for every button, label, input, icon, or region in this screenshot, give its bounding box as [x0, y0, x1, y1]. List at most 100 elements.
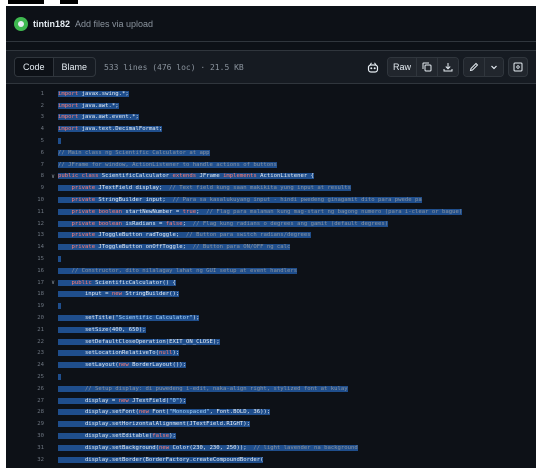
line-number[interactable]: 13 [6, 232, 48, 238]
line-number[interactable]: 25 [6, 374, 48, 380]
line-number[interactable]: 19 [6, 303, 48, 309]
line-code: private boolean startNewNumber = true; /… [58, 208, 463, 215]
copy-raw-button[interactable] [417, 58, 438, 76]
line-number[interactable]: 15 [6, 256, 48, 262]
line-code [58, 138, 62, 145]
line-code: display.setEditable(false); [58, 433, 176, 439]
code-line[interactable]: 11 private boolean startNewNumber = true… [6, 206, 536, 218]
line-code: private JTextField display; // Text fiel… [58, 185, 352, 192]
line-number[interactable]: 14 [6, 244, 48, 250]
line-number[interactable]: 10 [6, 197, 48, 203]
raw-button[interactable]: Raw [387, 58, 417, 76]
copilot-icon [367, 62, 379, 73]
code-line[interactable]: 4 import java.text.DecimalFormat; [6, 123, 536, 135]
cropped-heading-fragment [60, 0, 78, 4]
line-number[interactable]: 20 [6, 315, 48, 321]
code-line[interactable]: 30 display.setEditable(false); [6, 430, 536, 442]
line-number[interactable]: 1 [6, 91, 48, 97]
code-view[interactable]: 1 import javax.swing.*; 2 import java.awt.*… [6, 88, 536, 468]
chevron-down-icon [491, 65, 497, 70]
cropped-heading-fragment [8, 0, 44, 4]
line-number[interactable]: 4 [6, 126, 48, 132]
code-line[interactable]: 12 private boolean isRadians = false; //… [6, 218, 536, 230]
line-code: // Setup display: di puwedeng i-edit, na… [58, 385, 348, 392]
line-number[interactable]: 30 [6, 433, 48, 439]
line-code: display = new JTextField("0"); [58, 397, 187, 404]
code-line[interactable]: 29 display.setHorizontalAlignment(JTextF… [6, 418, 536, 430]
line-code: setLayout(new BorderLayout()); [58, 362, 186, 369]
code-line[interactable]: 9 private JTextField display; // Text fi… [6, 182, 536, 194]
line-number[interactable]: 17 [6, 280, 48, 286]
line-code: import java.awt.event.*; [58, 114, 139, 121]
code-line[interactable]: 13 private JToggleButton radToggle; // B… [6, 230, 536, 242]
pencil-icon [469, 62, 479, 72]
user-avatar[interactable] [14, 16, 28, 31]
line-number[interactable]: 7 [6, 162, 48, 168]
code-line[interactable]: 15 [6, 253, 536, 265]
tab-blame[interactable]: Blame [54, 58, 96, 76]
code-line[interactable]: 7 // JFrame for window, ActionListener to… [6, 159, 536, 171]
line-number[interactable]: 12 [6, 221, 48, 227]
code-line[interactable]: 2 import java.awt.*; [6, 100, 536, 112]
line-code: import java.awt.*; [58, 102, 119, 109]
line-number[interactable]: 24 [6, 362, 48, 368]
line-code: setSize(400, 650); [58, 326, 146, 333]
commit-author[interactable]: tintin182 [33, 19, 70, 29]
code-line[interactable]: 18 input = new StringBuilder(); [6, 289, 536, 301]
line-number[interactable]: 16 [6, 268, 48, 274]
code-line[interactable]: 10 private StringBuilder input; // Para … [6, 194, 536, 206]
tab-code[interactable]: Code [15, 58, 54, 76]
code-line[interactable]: 27 display = new JTextField("0"); [6, 395, 536, 407]
line-number[interactable]: 8 [6, 173, 48, 179]
line-number[interactable]: 2 [6, 103, 48, 109]
line-number[interactable]: 26 [6, 386, 48, 392]
commit-message[interactable]: Add files via upload [75, 19, 153, 29]
raw-actions-group: Raw [386, 57, 459, 77]
line-code [58, 256, 62, 263]
line-code [58, 374, 62, 381]
line-number[interactable]: 28 [6, 409, 48, 415]
edit-button[interactable] [464, 58, 485, 76]
fold-chevron-icon[interactable]: ∨ [48, 279, 58, 286]
download-button[interactable] [438, 58, 458, 76]
edit-actions-group [463, 57, 504, 77]
code-line[interactable]: 1 import javax.swing.*; [6, 88, 536, 100]
code-line[interactable]: 26 // Setup display: di puwedeng i-edit,… [6, 383, 536, 395]
code-line[interactable]: 17 ∨ public ScientificCalculator() { [6, 277, 536, 289]
code-line[interactable]: 32 display.setBorder(BorderFactory.creat… [6, 454, 536, 466]
symbols-panel-button[interactable] [508, 57, 528, 77]
code-line[interactable]: 28 display.setFont(new Font("Monospaced"… [6, 407, 536, 419]
code-line[interactable]: 14 private JToggleButton onOffToggle; //… [6, 241, 536, 253]
fold-chevron-icon[interactable]: ∨ [48, 173, 58, 180]
line-number[interactable]: 31 [6, 445, 48, 451]
code-line[interactable]: 25 [6, 371, 536, 383]
line-number[interactable]: 32 [6, 457, 48, 463]
line-number[interactable]: 5 [6, 138, 48, 144]
code-line[interactable]: 24 setLayout(new BorderLayout()); [6, 359, 536, 371]
line-number[interactable]: 23 [6, 350, 48, 356]
line-code: setTitle("Scientific Calculator"); [58, 315, 200, 322]
code-line[interactable]: 21 setSize(400, 650); [6, 324, 536, 336]
line-number[interactable]: 6 [6, 150, 48, 156]
code-line[interactable]: 22 setDefaultCloseOperation(EXIT_ON_CLOS… [6, 336, 536, 348]
code-line[interactable]: 20 setTitle("Scientific Calculator"); [6, 312, 536, 324]
code-line[interactable]: 23 setLocationRelativeTo(null); [6, 348, 536, 360]
line-number[interactable]: 9 [6, 185, 48, 191]
code-line[interactable]: 16 // Constructor, dito nilalagay lahat … [6, 265, 536, 277]
edit-dropdown-button[interactable] [485, 58, 503, 76]
copilot-button[interactable] [363, 57, 383, 77]
line-number[interactable]: 22 [6, 339, 48, 345]
line-number[interactable]: 29 [6, 421, 48, 427]
line-number[interactable]: 3 [6, 114, 48, 120]
line-number[interactable]: 18 [6, 291, 48, 297]
code-line[interactable]: 5 [6, 135, 536, 147]
line-code: setDefaultCloseOperation(EXIT_ON_CLOSE); [58, 338, 220, 345]
code-line[interactable]: 8 ∨ public class ScientificCalculator exte… [6, 171, 536, 183]
code-line[interactable]: 31 display.setBackground(new Color(230, … [6, 442, 536, 454]
code-line[interactable]: 6 // Main class ng Scientific Calculator … [6, 147, 536, 159]
line-number[interactable]: 21 [6, 327, 48, 333]
line-number[interactable]: 11 [6, 209, 48, 215]
code-line[interactable]: 19 [6, 300, 536, 312]
code-line[interactable]: 3 import java.awt.event.*; [6, 112, 536, 124]
line-number[interactable]: 27 [6, 398, 48, 404]
